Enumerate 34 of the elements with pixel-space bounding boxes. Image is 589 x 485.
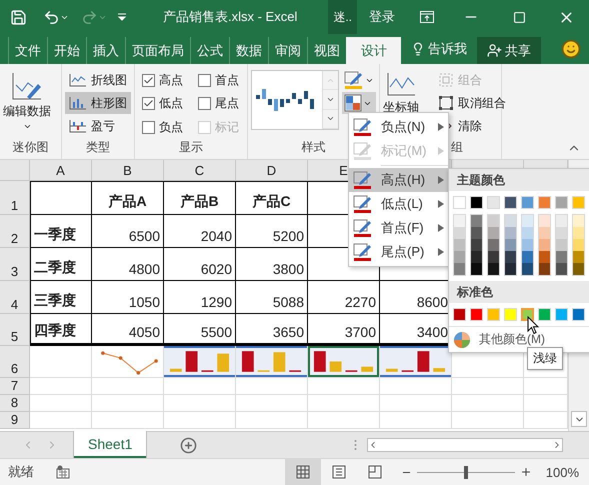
checkbox-label: 标记 [215,118,239,136]
table-cell: 四季度 [30,314,92,346]
checkbox-label: 负点 [159,118,183,136]
table-cell: 三季度 [30,281,92,314]
table-cell: 一季度 [30,215,92,248]
section-heading: 标准色 [449,281,589,303]
group-label: 迷你图 [12,139,48,156]
table-cell: 4800 [92,248,164,281]
status-text: 就绪 [7,463,35,481]
zoom-level: 100% [544,464,580,482]
table-cell: 3800 [236,248,308,281]
section-heading: 主题颜色 [449,169,589,191]
table-cell: 二季度 [30,248,92,281]
table-cell: 产品B [164,181,236,215]
table-cell: 2040 [164,215,236,248]
table-cell: 1290 [164,281,236,314]
table-cell: 6020 [164,248,236,281]
window-title: 产品销售表.xlsx - Excel [162,8,298,26]
checkbox-label: 低点 [159,95,183,112]
table-cell: 1050 [92,281,164,314]
table-cell: 产品C [236,181,308,215]
table-cell: 5088 [236,281,308,314]
checkbox-label: 高点 [159,72,183,88]
tooltip: 浅绿 [527,347,563,370]
table-cell: 6500 [92,215,164,248]
checkbox-label: 尾点 [215,95,239,112]
group-label: 显示 [179,139,203,156]
table-cell: 5200 [236,215,308,248]
table-cell: 产品A [92,181,164,215]
table-cell: 2270 [308,281,380,314]
group-label: 类型 [86,139,110,156]
checkbox-label: 首点 [215,72,239,88]
group-label: 组 [451,139,464,156]
group-label: 样式 [302,139,326,156]
